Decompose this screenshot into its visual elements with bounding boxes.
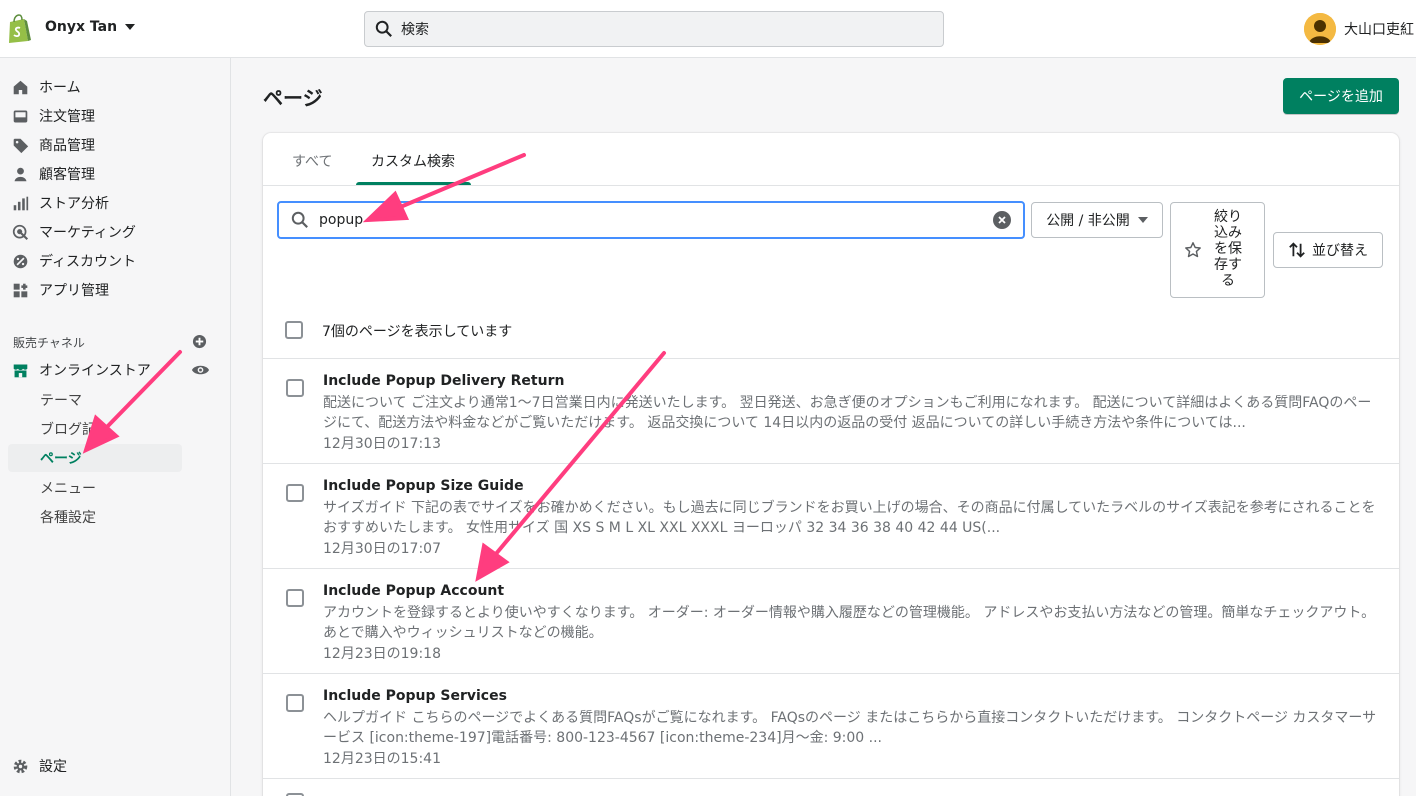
page-date: 12月23日の19:18 [323, 646, 441, 662]
sidebar-item-apps[interactable]: アプリ管理 [12, 277, 109, 303]
sub-item-active-bg [8, 444, 182, 472]
eye-icon[interactable] [191, 363, 210, 377]
sort-arrows-icon [1289, 242, 1305, 258]
sidebar-item-label: 商品管理 [39, 138, 95, 154]
search-placeholder: 検索 [401, 22, 429, 38]
sidebar-item-label: マーケティング [39, 225, 136, 241]
sidebar-item-label: アプリ管理 [39, 283, 109, 299]
sidebar: ホーム 注文管理 商品管理 顧客管理 ストア分析 マーケティング ディスカウント… [0, 58, 231, 796]
sidebar-item-label: ホーム [39, 80, 81, 96]
sidebar-item-marketing[interactable]: マーケティング [12, 219, 136, 245]
person-icon [14, 167, 27, 181]
inbox-icon [13, 110, 28, 122]
page-description: 配送について ご注文より通常1〜7日営業日内に発送いたします。 翌日発送、お急ぎ… [323, 395, 1372, 431]
page-title-link[interactable]: Include Popup Delivery Return [323, 373, 564, 389]
sidebar-item-label: 設定 [39, 759, 67, 775]
search-icon [375, 20, 392, 37]
page-title: ページ [263, 86, 323, 110]
sidebar-item-customers[interactable]: 顧客管理 [12, 161, 95, 187]
sidebar-sub-item-preferences[interactable]: 各種設定 [40, 507, 96, 527]
discount-icon [13, 254, 28, 268]
pages-card: すべて カスタム検索 popup 公開 / 非公開 絞り 込み を保 存す る … [263, 133, 1399, 796]
gear-icon [13, 759, 28, 773]
sidebar-item-discounts[interactable]: ディスカウント [12, 248, 136, 274]
page-description: サイズガイド 下記の表でサイズをお確かめください。もし過去に同じブランドをお買い… [323, 500, 1376, 536]
sidebar-item-settings[interactable]: 設定 [12, 753, 67, 779]
sidebar-item-label: ディスカウント [39, 254, 137, 270]
table-row[interactable]: Include Popup Size Guide サイズガイド 下記の表でサイズ… [263, 464, 1399, 569]
table-row[interactable]: Include Popup Services ヘルプガイド こちらのページでよく… [263, 674, 1399, 779]
avatar-person-icon [1304, 13, 1336, 45]
page-search-input[interactable]: popup [277, 201, 1025, 239]
table-row[interactable]: Include Popup Account アカウントを登録するとより使いやすく… [263, 569, 1399, 674]
save-filter-label-line: る [1221, 273, 1235, 289]
sidebar-sub-item-blog[interactable]: ブログ記 [40, 419, 96, 439]
table-row[interactable]: Include Popup Delivery Return 配送について ご注文… [263, 359, 1399, 464]
sidebar-sub-item-pages[interactable]: ページ [40, 448, 82, 468]
sales-channels-heading: 販売チャネル [13, 336, 85, 350]
sort-label: 並び替え [1312, 243, 1368, 259]
row-checkbox[interactable] [286, 694, 304, 712]
shopify-logo-icon[interactable] [6, 14, 32, 44]
avatar[interactable] [1304, 13, 1336, 45]
store-switcher[interactable]: Onyx Tan [45, 19, 136, 35]
select-all-checkbox[interactable] [285, 321, 303, 339]
divider [263, 778, 1399, 779]
active-tab-indicator [356, 182, 471, 185]
page-date: 12月30日の17:13 [323, 436, 441, 452]
tab-bar: すべて カスタム検索 [263, 133, 1399, 186]
save-filter-button[interactable]: 絞り 込み を保 存す る [1170, 202, 1265, 298]
tag-icon [13, 138, 29, 153]
row-checkbox[interactable] [286, 589, 304, 607]
page-title-link[interactable]: Include Popup Account [323, 583, 504, 599]
sidebar-item-label: 顧客管理 [39, 167, 95, 183]
sidebar-sub-item-menus[interactable]: メニュー [40, 478, 96, 498]
tab-custom-search[interactable]: カスタム検索 [371, 151, 455, 171]
home-icon [13, 80, 28, 94]
row-checkbox[interactable] [286, 484, 304, 502]
save-filter-label-line: 絞り [1214, 209, 1242, 225]
sidebar-item-orders[interactable]: 注文管理 [12, 103, 95, 129]
sidebar-sub-item-themes[interactable]: テーマ [40, 390, 82, 410]
sidebar-item-online-store[interactable]: オンラインストア [12, 357, 151, 383]
caret-down-icon [125, 24, 136, 30]
sidebar-item-label: ストア分析 [39, 196, 109, 212]
sidebar-item-label: オンラインストア [39, 363, 151, 379]
global-search-input[interactable]: 検索 [364, 11, 944, 47]
user-name[interactable]: 大山口吏紅 [1344, 19, 1414, 39]
page-title-link[interactable]: Include Popup Size Guide [323, 478, 524, 494]
apps-icon [13, 283, 28, 297]
add-channel-plus-icon[interactable] [192, 334, 207, 349]
sidebar-item-label: 注文管理 [39, 109, 95, 125]
filter-label: 公開 / 非公開 [1046, 213, 1130, 229]
clear-search-icon[interactable] [993, 211, 1011, 229]
page-count-label: 7個のページを表示しています [322, 324, 513, 340]
page-title-link[interactable]: Include Popup Services [323, 688, 507, 704]
search-icon [291, 211, 308, 228]
save-filter-label-line: 込み [1214, 225, 1242, 241]
save-filter-label-line: 存す [1214, 257, 1242, 273]
store-icon [13, 364, 28, 377]
save-filter-label-line: を保 [1214, 241, 1242, 257]
page-description: アカウントを登録するとより使いやすくなります。 オーダー: オーダー情報や購入履… [323, 605, 1376, 641]
bar-chart-icon [13, 196, 29, 210]
add-page-button[interactable]: ページを追加 [1283, 78, 1399, 114]
row-checkbox[interactable] [286, 379, 304, 397]
sidebar-item-home[interactable]: ホーム [12, 74, 81, 100]
page-description: ヘルプガイド こちらのページでよくある質問FAQsがご覧になれます。 FAQsの… [323, 710, 1377, 746]
target-icon [12, 224, 29, 240]
page-date: 12月30日の17:07 [323, 541, 441, 557]
store-name: Onyx Tan [45, 19, 118, 35]
sort-button[interactable]: 並び替え [1273, 232, 1383, 268]
page-date: 12月23日の15:41 [323, 751, 441, 767]
caret-down-icon [1137, 217, 1148, 223]
sidebar-item-products[interactable]: 商品管理 [12, 132, 95, 158]
save-filter-label: 絞り 込み を保 存す る [1211, 209, 1245, 289]
sidebar-item-analytics[interactable]: ストア分析 [12, 190, 109, 216]
top-bar: Onyx Tan 検索 大山口吏紅 [0, 0, 1416, 58]
search-value: popup [319, 212, 364, 228]
visibility-filter-button[interactable]: 公開 / 非公開 [1031, 202, 1163, 238]
tab-all[interactable]: すべて [292, 151, 332, 171]
star-icon [1185, 242, 1201, 258]
